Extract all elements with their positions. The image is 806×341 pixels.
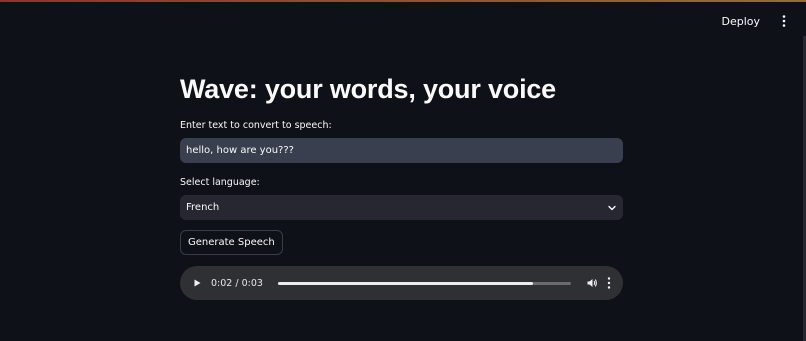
page-title: Wave: your words, your voice [180,74,556,104]
app-root: Deploy Wave: your words, your voice Ente… [0,0,806,341]
top-decoration-bar [0,0,806,2]
chevron-down-icon [607,203,617,213]
speech-text-value: hello, how are you??? [186,145,294,156]
audio-options-button[interactable] [607,277,611,289]
vertical-ellipsis-icon [782,15,786,27]
volume-icon [587,279,597,287]
deploy-button[interactable]: Deploy [713,9,768,34]
volume-button[interactable] [586,277,598,289]
language-select[interactable]: French [180,195,623,220]
play-icon [194,279,201,287]
text-input-label: Enter text to convert to speech: [180,120,332,131]
main-menu-button[interactable] [776,13,792,29]
generate-speech-button[interactable]: Generate Speech [180,230,283,255]
generate-speech-label: Generate Speech [188,237,275,248]
play-button[interactable] [192,278,202,288]
audio-player: 0:02 / 0:03 [180,266,623,300]
language-select-value: French [186,202,220,213]
language-select-label: Select language: [180,177,260,188]
audio-progress-fill [277,281,533,285]
audio-time-display: 0:02 / 0:03 [211,277,263,289]
speech-text-input[interactable]: hello, how are you??? [180,138,623,163]
main-content: Wave: your words, your voice Enter text … [180,72,623,300]
header: Deploy [713,0,806,42]
audio-progress-bar[interactable] [277,281,571,285]
vertical-ellipsis-icon [607,277,611,289]
